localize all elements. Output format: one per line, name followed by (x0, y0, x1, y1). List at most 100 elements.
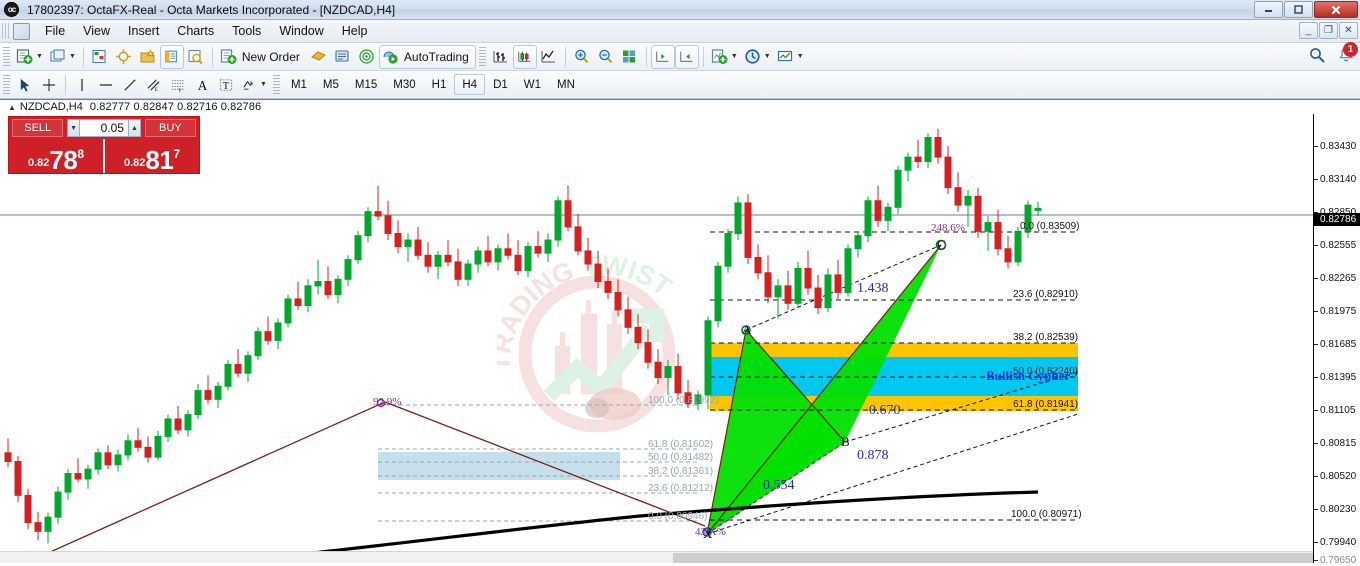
buy-button[interactable]: BUY (144, 119, 197, 137)
sell-button[interactable]: SELL (12, 119, 64, 137)
new-chart-button[interactable]: ▼ (13, 45, 46, 69)
candlestick-chart-button[interactable] (512, 44, 537, 69)
chart-shift-button[interactable] (650, 44, 675, 69)
volume-increase-button[interactable]: ▲ (127, 119, 141, 137)
timeframe-d1[interactable]: D1 (485, 74, 516, 95)
candle-body (34, 522, 42, 532)
volume-input[interactable]: 0.05 (80, 119, 128, 137)
zoom-out-button[interactable] (594, 45, 618, 69)
cursor-tool-button[interactable] (13, 73, 37, 97)
timeframe-mn[interactable]: MN (549, 74, 583, 95)
navigator-button[interactable] (136, 45, 160, 69)
collapse-arrow-icon[interactable]: ▲ (8, 103, 16, 112)
ask-quote[interactable]: 0.82 81 7 (105, 139, 199, 173)
chevron-down-icon[interactable]: ▼ (36, 53, 43, 60)
fib-level-label: 100.0 (0.80971) (1011, 509, 1082, 520)
mql5-community-button[interactable] (307, 45, 331, 69)
toolbar-grip-periods[interactable] (272, 74, 280, 95)
menu-item-tools[interactable]: Tools (223, 21, 270, 41)
candle-body (794, 267, 802, 304)
window-controls (1253, 1, 1358, 18)
candle-body (714, 265, 722, 322)
text-label-tool-button[interactable]: T (214, 73, 238, 97)
autotrading-button[interactable]: AutoTrading (378, 44, 476, 69)
chevron-down-icon[interactable]: ▼ (764, 53, 771, 60)
line-chart-button[interactable] (537, 45, 561, 69)
timeframe-m15[interactable]: M15 (347, 74, 385, 95)
chart-window: ▲ NZDCAD,H4 0.82777 0.82847 0.82716 0.82… (0, 99, 1360, 566)
trendline-tool-button[interactable] (118, 73, 142, 97)
timeframe-w1[interactable]: W1 (516, 74, 549, 95)
candle-body (854, 235, 862, 250)
menu-item-window[interactable]: Window (270, 21, 332, 41)
minimize-button[interactable] (1254, 1, 1283, 18)
volume-decrease-button[interactable]: ▼ (67, 119, 81, 137)
bid-quote[interactable]: 0.82 78 8 (9, 139, 103, 173)
data-window-button[interactable] (112, 45, 136, 69)
title-bar: oc 17802397: OctaFX-Real - Octa Markets … (0, 0, 1360, 20)
bar-chart-button[interactable] (489, 45, 513, 69)
timeframe-m5[interactable]: M5 (315, 74, 347, 95)
crosshair-tool-button[interactable] (37, 73, 61, 97)
price-scale[interactable]: 0.83430 0.83140 0.82850 0.82786 0.82555 … (1313, 114, 1360, 566)
timeframe-h4[interactable]: H4 (454, 74, 486, 95)
ask-main: 81 (145, 145, 174, 175)
text-tool-button[interactable]: A (190, 73, 214, 97)
price-tick: 0.83430 (1314, 141, 1360, 152)
menu-item-insert[interactable]: Insert (119, 21, 168, 41)
candle-body (434, 254, 442, 267)
chevron-down-icon[interactable]: ▼ (731, 53, 738, 60)
candle-body (654, 361, 662, 379)
tile-windows-button[interactable] (618, 45, 642, 69)
equidistant-channel-tool-button[interactable]: E (142, 73, 166, 97)
indicators-button[interactable]: ▼ (708, 45, 741, 69)
child-minimize-button[interactable]: _ (1299, 22, 1318, 39)
terminal-button[interactable] (159, 44, 184, 69)
chevron-down-icon[interactable]: ▼ (260, 81, 267, 88)
timeframe-m30[interactable]: M30 (385, 74, 423, 95)
candle-body (264, 331, 272, 341)
toolbar-grip-linestudies[interactable] (3, 74, 10, 95)
new-order-button[interactable]: New Order (217, 45, 307, 69)
menu-item-charts[interactable]: Charts (168, 21, 223, 41)
search-icon[interactable] (1308, 46, 1326, 67)
market-watch-button[interactable] (88, 45, 112, 69)
candle-body (814, 287, 822, 309)
one-click-trading-panel[interactable]: SELL ▼ 0.05 ▲ BUY 0.82 78 8 0.82 81 7 (8, 116, 200, 174)
fibonacci-retracement-tool-button[interactable]: F (166, 73, 190, 97)
timeframe-h1[interactable]: H1 (424, 74, 455, 95)
strategy-tester-button[interactable] (184, 45, 208, 69)
chart-canvas[interactable]: TRADING TWIST (0, 114, 1313, 563)
menu-item-view[interactable]: View (74, 21, 119, 41)
child-close-button[interactable]: ✕ (1339, 22, 1358, 39)
toolbar-grip-chart[interactable] (478, 46, 486, 67)
child-restore-button[interactable]: ❐ (1319, 22, 1338, 39)
bid-fraction: 8 (77, 147, 85, 161)
standard-toolbar: ▼ ▼ New Order AutoTrading ▼ ▼ ▼ (0, 43, 1360, 71)
notification-bell-icon[interactable]: 1 (1336, 42, 1358, 68)
candle-body (544, 239, 552, 254)
templates-button[interactable]: ▼ (774, 45, 807, 69)
signals-button[interactable] (355, 45, 379, 69)
periods-button[interactable]: ▼ (741, 45, 774, 69)
close-button[interactable] (1314, 1, 1358, 18)
vertical-line-tool-button[interactable] (70, 73, 94, 97)
metaeditor-button[interactable] (331, 45, 355, 69)
chevron-down-icon[interactable]: ▼ (69, 53, 76, 60)
toolbar-grip-standard[interactable] (3, 46, 10, 67)
candle-body (74, 473, 82, 480)
candle-body (14, 461, 22, 496)
shapes-arrows-tool-button[interactable]: ▼ (238, 73, 270, 97)
horizontal-line-tool-button[interactable] (94, 73, 118, 97)
horizontal-scrollbar[interactable] (0, 551, 1313, 563)
menu-grip-handle[interactable] (2, 23, 10, 39)
menu-item-help[interactable]: Help (333, 21, 377, 41)
auto-scroll-button[interactable] (674, 44, 699, 69)
profiles-button[interactable]: ▼ (46, 45, 79, 69)
timeframe-m1[interactable]: M1 (283, 74, 315, 95)
pattern-point-label-x: X (703, 526, 713, 541)
chevron-down-icon[interactable]: ▼ (797, 53, 804, 60)
maximize-button[interactable] (1284, 1, 1313, 18)
zoom-in-button[interactable] (570, 45, 594, 69)
menu-item-file[interactable]: File (36, 21, 74, 41)
